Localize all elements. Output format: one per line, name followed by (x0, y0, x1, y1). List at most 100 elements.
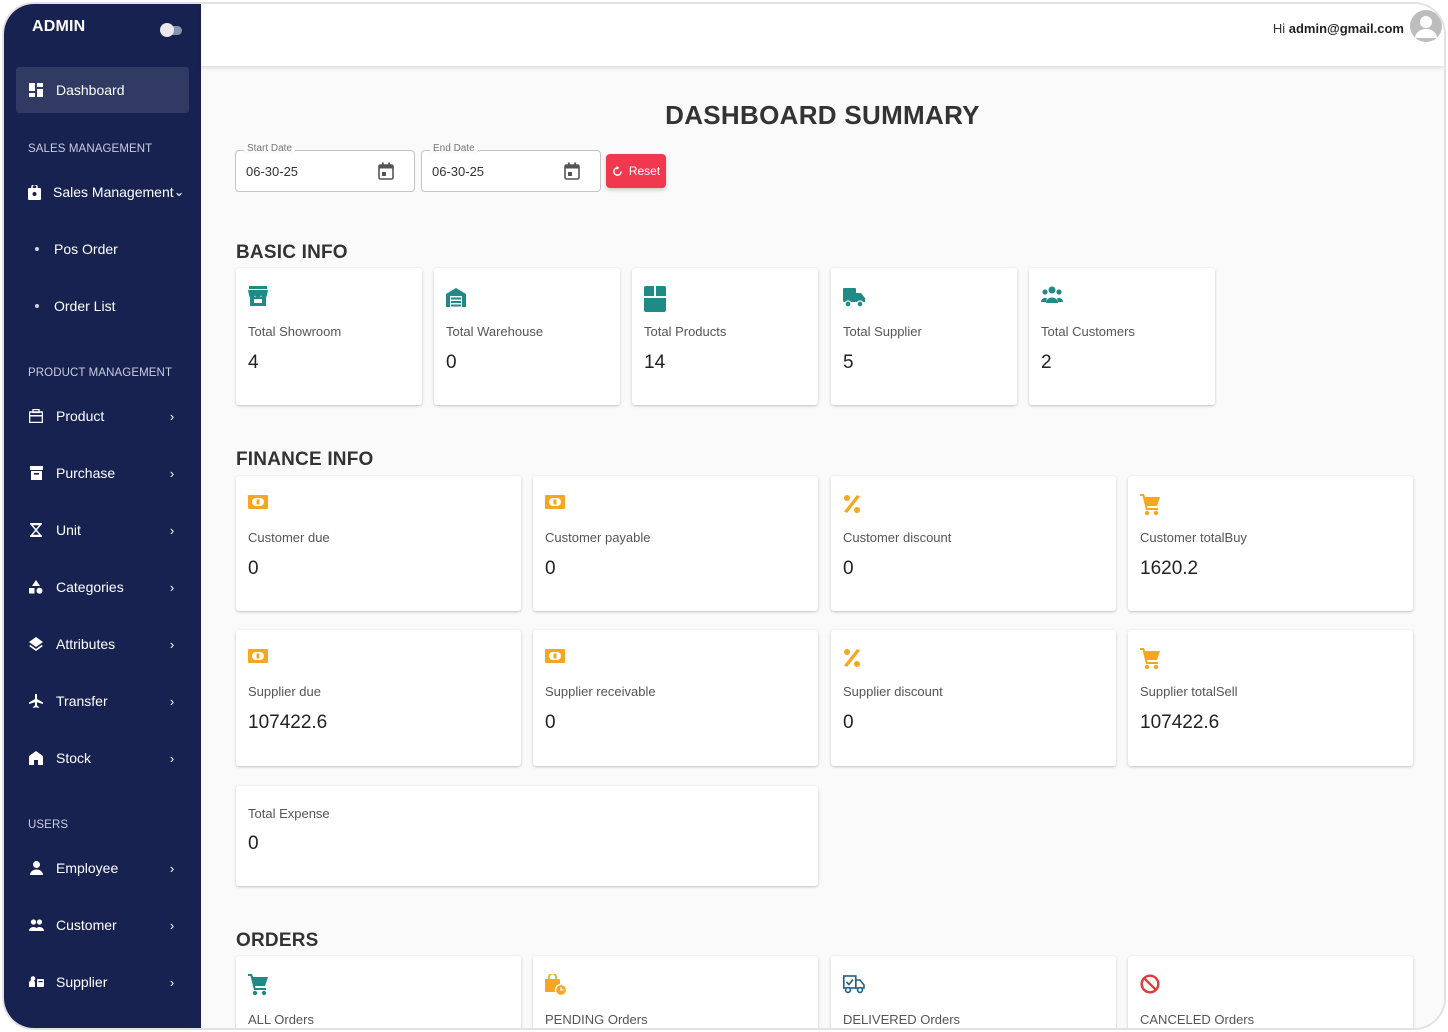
sidebar-item-customer[interactable]: Customer › (16, 902, 189, 948)
card-customer-total-buy: Customer totalBuy 1620.2 (1128, 476, 1413, 611)
archive-icon (28, 465, 44, 481)
end-date-value: 06-30-25 (432, 164, 485, 179)
cancel-icon (1140, 974, 1162, 996)
card-label: Total Warehouse (446, 324, 544, 339)
chevron-right-icon: › (169, 860, 175, 876)
card-total-supplier: Total Supplier 5 (831, 268, 1017, 405)
sidebar-item-transfer[interactable]: Transfer › (16, 678, 189, 724)
chevron-right-icon: › (169, 693, 175, 709)
card-customer-discount: Customer discount 0 (831, 476, 1116, 611)
card-value: 4 (248, 352, 259, 373)
group-icon (1040, 286, 1064, 308)
card-label: Customer totalBuy (1140, 530, 1247, 545)
card-label: Supplier discount (843, 684, 943, 699)
cart-icon (1140, 494, 1162, 516)
money-icon (248, 648, 270, 670)
chevron-right-icon: › (169, 408, 175, 424)
sidebar-item-product[interactable]: Product › (16, 393, 189, 439)
sidebar-item-purchase[interactable]: Purchase › (16, 450, 189, 496)
card-total-showroom: Total Showroom 4 (236, 268, 422, 405)
app-window: ADMIN Dashboard SALES MANAGEMENT Sales M… (4, 4, 1444, 1028)
sidebar-item-label: Attributes (56, 636, 116, 652)
page-title: DASHBOARD SUMMARY (665, 100, 980, 130)
sidebar-item-unit[interactable]: Unit › (16, 507, 189, 553)
start-date-label: Start Date (244, 143, 296, 154)
card-value: 0 (248, 558, 259, 579)
sidebar-item-order-list[interactable]: Order List (16, 286, 189, 326)
card-label: Total Showroom (248, 324, 342, 339)
card-total-customers: Total Customers 2 (1029, 268, 1215, 405)
card-value: 0 (545, 558, 556, 579)
cart-icon (1140, 648, 1162, 670)
card-value: 0 (843, 712, 854, 733)
chevron-right-icon: › (169, 750, 175, 766)
sidebar-item-dashboard[interactable]: Dashboard (16, 67, 189, 113)
section-finance-info: FINANCE INFO (236, 449, 374, 470)
end-date-field[interactable]: End Date 06-30-25 (421, 143, 601, 192)
sidebar-item-label: Categories (56, 579, 124, 595)
sidebar-item-pos-order[interactable]: Pos Order (16, 229, 189, 269)
card-value: 14 (644, 352, 666, 373)
card-total-warehouse: Total Warehouse 0 (434, 268, 620, 405)
card-canceled-orders: CANCELED Orders (1128, 956, 1413, 1028)
card-label: CANCELED Orders (1140, 1012, 1255, 1027)
sidebar-item-sales-management[interactable]: Sales Management ⌄ (16, 169, 189, 215)
brand-title: ADMIN (32, 18, 86, 35)
card-total-expense: Total Expense 0 (236, 786, 818, 886)
handshake-icon (28, 974, 44, 990)
sidebar-item-label: Purchase (56, 465, 116, 481)
airplane-icon (28, 693, 44, 709)
person-icon (28, 860, 44, 876)
greeting-prefix: Hi (1272, 21, 1286, 36)
card-supplier-receivable: Supplier receivable 0 (533, 630, 818, 766)
card-label: DELIVERED Orders (843, 1012, 961, 1027)
card-value: 2 (1041, 352, 1052, 373)
main-content: DASHBOARD SUMMARY Start Date 06-30-25 En… (201, 66, 1444, 1028)
storefront-icon (248, 286, 270, 308)
sidebar-item-label: Order List (54, 298, 116, 314)
card-label: Total Supplier (843, 324, 922, 339)
bag-icon (28, 184, 41, 200)
card-value: 0 (446, 352, 457, 373)
chevron-right-icon: › (169, 917, 175, 933)
chevron-right-icon: › (169, 579, 175, 595)
card-label: Supplier receivable (545, 684, 656, 699)
card-label: ALL Orders (248, 1012, 314, 1027)
card-supplier-discount: Supplier discount 0 (831, 630, 1116, 766)
section-label-product: PRODUCT MANAGEMENT (28, 367, 173, 379)
shapes-icon (28, 579, 44, 595)
sidebar-item-categories[interactable]: Categories › (16, 564, 189, 610)
sidebar-item-supplier[interactable]: Supplier › (16, 959, 189, 1005)
section-label-sales: SALES MANAGEMENT (28, 143, 153, 155)
truck-icon (843, 286, 865, 308)
briefcase-icon (28, 408, 44, 424)
reset-button[interactable]: Reset (606, 154, 666, 188)
chevron-right-icon: › (169, 522, 175, 538)
sidebar-item-stock[interactable]: Stock › (16, 735, 189, 781)
end-date-label: End Date (430, 143, 478, 154)
sidebar-item-label: Product (56, 408, 105, 424)
box-icon (644, 286, 666, 312)
card-label: Supplier due (248, 684, 321, 699)
chevron-right-icon: › (169, 974, 175, 990)
card-value: 0 (545, 712, 556, 733)
card-total-products: Total Products 14 (632, 268, 818, 405)
avatar[interactable] (1410, 10, 1442, 42)
bullet-icon (35, 304, 39, 308)
money-icon (248, 494, 270, 516)
section-orders: ORDERS (236, 930, 319, 951)
sidebar-item-label: Supplier (56, 974, 108, 990)
calendar-icon[interactable] (564, 162, 580, 180)
card-value: 0 (843, 558, 854, 579)
card-delivered-orders: DELIVERED Orders (831, 956, 1116, 1028)
sidebar-item-employee[interactable]: Employee › (16, 845, 189, 891)
calendar-icon[interactable] (378, 162, 394, 180)
sidebar-item-label: Pos Order (54, 241, 118, 257)
chevron-right-icon: › (169, 465, 175, 481)
store-icon (28, 750, 44, 766)
sidebar-toggle[interactable] (160, 23, 182, 37)
card-label: Customer payable (545, 530, 651, 545)
start-date-field[interactable]: Start Date 06-30-25 (235, 143, 415, 192)
chevron-down-icon: ⌄ (173, 184, 185, 199)
sidebar-item-attributes[interactable]: Attributes › (16, 621, 189, 667)
